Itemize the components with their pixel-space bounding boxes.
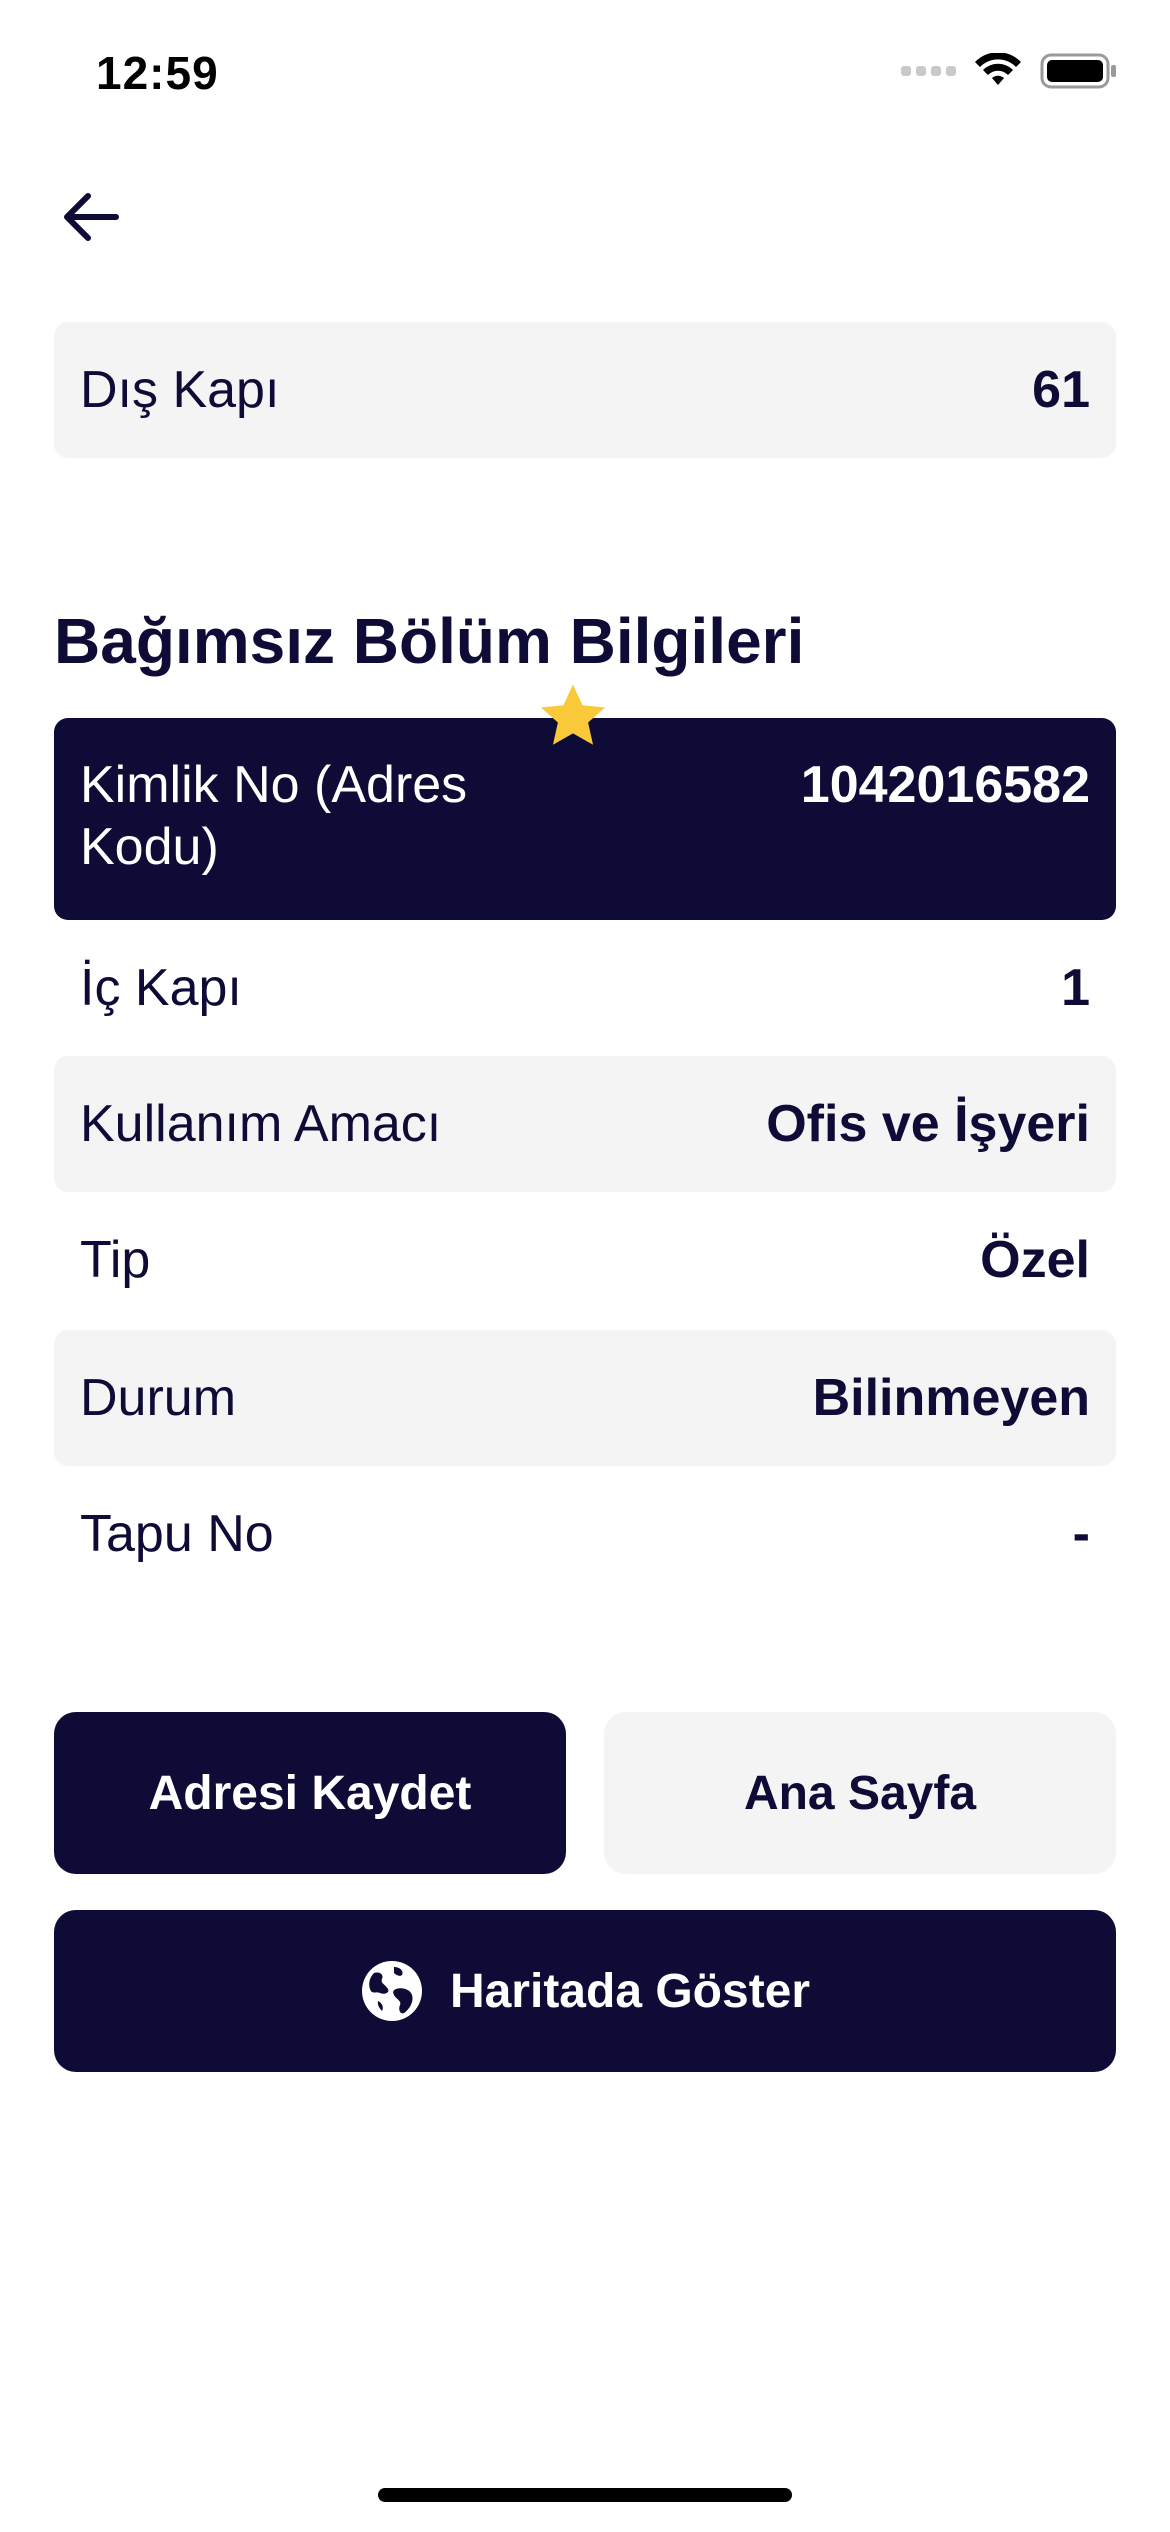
home-button[interactable]: Ana Sayfa	[604, 1712, 1116, 1874]
row-type: Tip Özel	[54, 1192, 1116, 1328]
wifi-icon	[975, 53, 1021, 85]
row-value: Özel	[980, 1231, 1090, 1289]
cellular-signal-icon	[901, 66, 956, 76]
home-indicator[interactable]	[378, 2488, 792, 2502]
row-label: Durum	[80, 1369, 237, 1427]
row-label: Kullanım Amacı	[80, 1095, 442, 1153]
row-label: İç Kapı	[80, 959, 242, 1017]
row-value: Bilinmeyen	[812, 1369, 1090, 1427]
row-label: Kimlik No (Adres Kodu)	[80, 756, 468, 876]
row-label: Dış Kapı	[80, 361, 280, 419]
status-indicators	[901, 52, 1118, 90]
row-outer-door: Dış Kapı 61	[54, 322, 1116, 458]
show-on-map-button[interactable]: Haritada Göster	[54, 1910, 1116, 2072]
star-icon[interactable]	[536, 680, 610, 754]
back-button[interactable]	[56, 182, 126, 252]
section-title: Bağımsız Bölüm Bilgileri	[54, 605, 805, 677]
row-label: Tip	[80, 1231, 151, 1289]
arrow-left-icon	[64, 193, 119, 241]
row-usage-purpose: Kullanım Amacı Ofis ve İşyeri	[54, 1056, 1116, 1192]
row-label: Tapu No	[80, 1505, 274, 1563]
row-deed-number: Tapu No -	[54, 1466, 1116, 1602]
row-value: -	[1072, 1505, 1090, 1563]
row-value: 1	[1061, 959, 1090, 1017]
globe-icon	[360, 1959, 424, 2023]
save-address-button[interactable]: Adresi Kaydet	[54, 1712, 566, 1874]
row-value: 1042016582	[800, 756, 1090, 814]
row-inner-door: İç Kapı 1	[54, 920, 1116, 1056]
row-value: 61	[1032, 361, 1090, 419]
row-status: Durum Bilinmeyen	[54, 1330, 1116, 1466]
show-on-map-label: Haritada Göster	[449, 1964, 811, 2018]
row-value: Ofis ve İşyeri	[766, 1095, 1090, 1153]
screen: 12:59 Dış Kapı 61 Bağımsız Bölüm Bilgile…	[0, 0, 1170, 2532]
battery-icon	[1040, 53, 1116, 89]
status-time: 12:59	[96, 47, 219, 99]
